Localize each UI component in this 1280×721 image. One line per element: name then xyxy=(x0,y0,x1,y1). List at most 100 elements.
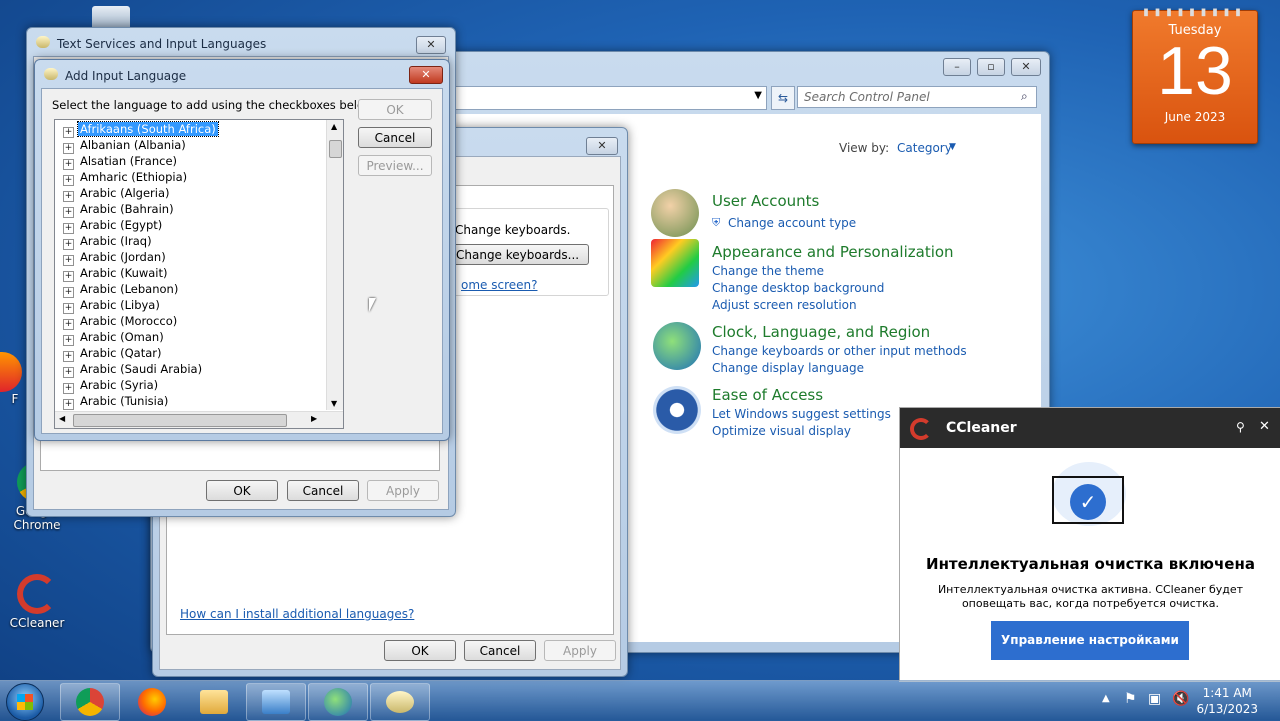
language-label: Arabic (Jordan) xyxy=(80,250,166,264)
scroll-thumb[interactable] xyxy=(329,140,342,158)
category-title[interactable]: Ease of Access xyxy=(712,386,823,404)
windows-logo-icon xyxy=(17,694,33,710)
language-label: Arabic (Qatar) xyxy=(80,346,162,360)
vertical-scrollbar[interactable]: ▲ ▼ xyxy=(326,120,343,410)
calendar-gadget[interactable]: ▮▮▮▮▮▮▮▮▮ Tuesday 13 June 2023 xyxy=(1132,7,1258,144)
taskbar-firefox[interactable] xyxy=(122,683,182,721)
language-tree-item[interactable]: + Afrikaans (South Africa) xyxy=(55,121,219,138)
language-tree-item[interactable]: + Albanian (Albania) xyxy=(55,137,188,154)
preview-button[interactable]: Preview... xyxy=(358,155,432,176)
address-bar[interactable]: ▼ xyxy=(451,86,767,110)
language-tree-item[interactable]: + Arabic (Jordan) xyxy=(55,249,168,266)
taskbar-explorer[interactable] xyxy=(184,683,244,721)
cancel-button[interactable]: Cancel xyxy=(358,127,432,148)
taskbar-control-panel[interactable] xyxy=(246,683,306,721)
expand-icon[interactable]: + xyxy=(63,399,74,410)
language-tree-item[interactable]: + Arabic (Syria) xyxy=(55,377,160,394)
scroll-up-icon[interactable]: ▲ xyxy=(331,122,337,131)
category-link[interactable]: Optimize visual display xyxy=(712,424,851,438)
close-button[interactable]: ✕ xyxy=(409,66,443,84)
language-tree[interactable]: + Afrikaans (South Africa) + Albanian (Alba… xyxy=(54,119,344,429)
volume-muted-icon[interactable]: 🔇 xyxy=(1172,691,1189,707)
recycle-bin-icon[interactable] xyxy=(92,6,130,28)
checkmark-icon: ✓ xyxy=(1070,484,1106,520)
close-button[interactable]: ✕ xyxy=(586,137,618,155)
apply-button[interactable]: Apply xyxy=(367,480,439,501)
minimize-button[interactable]: – xyxy=(943,58,971,76)
language-tree-item[interactable]: + Arabic (Algeria) xyxy=(55,185,172,202)
ccleaner-icon xyxy=(17,574,57,614)
apply-button[interactable]: Apply xyxy=(544,640,616,661)
pin-icon[interactable]: ⚲ xyxy=(1236,420,1245,434)
taskbar-chrome[interactable] xyxy=(60,683,120,721)
language-tree-item[interactable]: + Arabic (Saudi Arabia) xyxy=(55,361,204,378)
scroll-thumb[interactable] xyxy=(73,414,287,427)
ok-button[interactable]: OK xyxy=(206,480,278,501)
language-label: Arabic (Bahrain) xyxy=(80,202,174,216)
category-title[interactable]: User Accounts xyxy=(712,192,819,210)
cancel-button[interactable]: Cancel xyxy=(287,480,359,501)
scroll-left-icon[interactable]: ◀ xyxy=(59,414,65,423)
category-link[interactable]: Change account type xyxy=(728,216,856,230)
category-link[interactable]: Change desktop background xyxy=(712,281,884,295)
language-label: Arabic (Saudi Arabia) xyxy=(80,362,203,376)
maximize-button[interactable]: ▫ xyxy=(977,58,1005,76)
view-by-dropdown[interactable]: Category xyxy=(897,141,952,155)
cancel-button[interactable]: Cancel xyxy=(464,640,536,661)
language-tree-item[interactable]: + Arabic (Lebanon) xyxy=(55,281,180,298)
category-link[interactable]: Adjust screen resolution xyxy=(712,298,857,312)
category-title[interactable]: Clock, Language, and Region xyxy=(712,323,930,341)
clock-date: 6/13/2023 xyxy=(1196,702,1258,716)
language-tree-item[interactable]: + Arabic (Kuwait) xyxy=(55,265,170,282)
desktop-icon-ccleaner[interactable]: CCleaner xyxy=(2,574,72,630)
window-title: Add Input Language xyxy=(65,69,187,83)
category-link[interactable]: Change the theme xyxy=(712,264,824,278)
language-tree-item[interactable]: + Arabic (Tunisia) xyxy=(55,393,170,410)
language-tree-item[interactable]: + Arabic (Egypt) xyxy=(55,217,164,234)
taskbar-clock[interactable]: 1:41 AM 6/13/2023 xyxy=(1196,685,1258,717)
install-languages-link[interactable]: How can I install additional languages? xyxy=(180,607,414,621)
horizontal-scrollbar[interactable]: ◀ ▶ xyxy=(55,411,343,428)
scroll-down-icon[interactable]: ▼ xyxy=(331,399,337,408)
keyboard-icon xyxy=(44,68,58,80)
calendar-month-year: June 2023 xyxy=(1164,110,1226,124)
manage-settings-button[interactable]: Управление настройками xyxy=(991,621,1189,660)
scroll-right-icon[interactable]: ▶ xyxy=(311,414,317,423)
search-input[interactable]: Search Control Panel xyxy=(797,86,1037,108)
language-tree-item[interactable]: + Alsatian (France) xyxy=(55,153,179,170)
chevron-down-icon[interactable]: ▼ xyxy=(949,142,956,152)
category-link[interactable]: Change display language xyxy=(712,361,864,375)
category-title[interactable]: Appearance and Personalization xyxy=(712,243,954,261)
language-tree-item[interactable]: + Amharic (Ethiopia) xyxy=(55,169,189,186)
control-panel-icon xyxy=(262,690,290,714)
action-center-flag-icon[interactable]: ⚑ xyxy=(1124,691,1137,707)
chevron-down-icon[interactable]: ▼ xyxy=(754,90,762,101)
start-button[interactable] xyxy=(6,683,44,721)
language-tree-item[interactable]: + Arabic (Oman) xyxy=(55,329,166,346)
close-button[interactable]: ✕ xyxy=(1011,58,1041,76)
welcome-screen-link[interactable]: ome screen? xyxy=(461,278,538,292)
ccleaner-headline: Интеллектуальная очистка включена xyxy=(926,555,1255,573)
clock-globe-icon xyxy=(653,322,701,370)
language-tree-item[interactable]: + Arabic (Libya) xyxy=(55,297,162,314)
language-tree-item[interactable]: + Arabic (Qatar) xyxy=(55,345,163,362)
category-link[interactable]: Change keyboards or other input methods xyxy=(712,344,967,358)
ease-of-access-icon xyxy=(653,386,701,434)
network-icon[interactable]: ▣ xyxy=(1148,691,1161,707)
category-link[interactable]: Let Windows suggest settings xyxy=(712,407,891,421)
ok-button[interactable]: OK xyxy=(384,640,456,661)
show-hidden-icons-icon[interactable]: ▲ xyxy=(1102,693,1110,704)
close-button[interactable]: ✕ xyxy=(416,36,446,54)
language-tree-item[interactable]: + Arabic (Bahrain) xyxy=(55,201,176,218)
refresh-button[interactable]: ⇆ xyxy=(771,86,795,110)
language-label: Arabic (Syria) xyxy=(80,378,159,392)
language-tree-item[interactable]: + Arabic (Iraq) xyxy=(55,233,154,250)
taskbar-region-language[interactable] xyxy=(308,683,368,721)
ok-button[interactable]: OK xyxy=(358,99,432,120)
language-label: Arabic (Morocco) xyxy=(80,314,178,328)
search-icon[interactable]: ⌕ xyxy=(1021,89,1028,104)
change-keyboards-button[interactable]: Change keyboards... xyxy=(453,244,589,265)
taskbar-text-services[interactable] xyxy=(370,683,430,721)
close-icon[interactable]: ✕ xyxy=(1259,419,1270,434)
language-tree-item[interactable]: + Arabic (Morocco) xyxy=(55,313,179,330)
